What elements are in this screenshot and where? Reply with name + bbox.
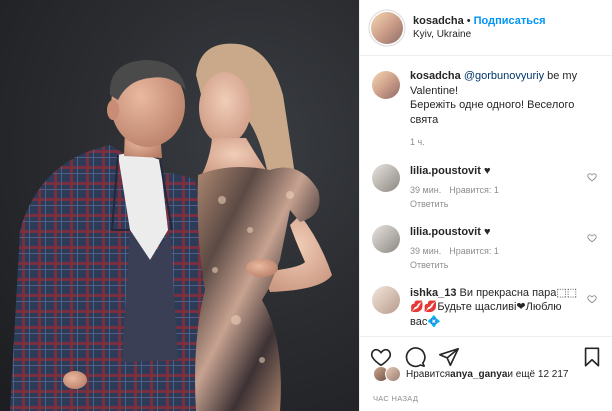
author-avatar[interactable] — [371, 11, 403, 44]
liker-avatar — [385, 366, 401, 382]
comment-like-heart-icon[interactable] — [587, 172, 597, 182]
comment-likes[interactable]: Нравится: 1 — [449, 246, 499, 256]
post-location[interactable]: Kyiv, Ukraine — [413, 28, 546, 42]
share-icon[interactable] — [438, 346, 460, 368]
post-side-panel: kosadcha • Подписаться Kyiv, Ukraine kosad… — [359, 0, 612, 411]
likes-suffix[interactable]: и ещё 12 217 — [507, 369, 568, 380]
comment-likes[interactable]: Нравится: 1 — [449, 185, 499, 195]
caption-mention[interactable]: @gorbunovyuriy — [464, 70, 544, 82]
likes-summary[interactable]: Нравится anya_ganya и ещё 12 217 — [373, 366, 569, 382]
reply-button[interactable]: Ответить — [410, 197, 585, 212]
comment-like-heart-icon[interactable] — [587, 294, 597, 304]
comment-username[interactable]: lilia.poustovit — [410, 226, 481, 238]
comment-avatar[interactable] — [372, 163, 400, 192]
author-username[interactable]: kosadcha — [413, 15, 464, 27]
post-timestamp: ЧАС НАЗАД — [373, 394, 419, 403]
likes-prefix: Нравится — [406, 368, 451, 380]
photo-illustration — [10, 43, 332, 411]
follow-button[interactable]: Подписаться — [474, 15, 546, 27]
comment-icon[interactable] — [404, 346, 426, 368]
heart-icon[interactable] — [370, 346, 392, 368]
caption-username[interactable]: kosadcha — [410, 70, 461, 82]
likes-user[interactable]: anya_ganya — [450, 369, 507, 380]
caption-text-line2: Бережіть одне одного! Веселого свята — [410, 99, 575, 126]
comment-text: ♥ — [483, 225, 491, 238]
comment-time: 39 мин. — [410, 246, 442, 256]
post-photo[interactable] — [0, 0, 359, 411]
comment-username[interactable]: ishka_13 — [410, 287, 456, 299]
separator-dot: • — [466, 14, 471, 27]
comment-time: 39 мин. — [410, 185, 442, 195]
caption-avatar[interactable] — [372, 71, 400, 99]
comment-avatar[interactable] — [372, 285, 400, 314]
caption: kosadcha @gorbunovyuriy be my Valentine!… — [372, 69, 601, 150]
liker-avatars — [373, 366, 401, 382]
comment-item: lilia.poustovit ♥ 39 мин. Нравится: 1 Отв… — [372, 163, 601, 212]
comment-text: ♥ — [483, 164, 491, 177]
post-header: kosadcha • Подписаться Kyiv, Ukraine — [360, 0, 612, 56]
comment-avatar[interactable] — [372, 224, 400, 253]
comment-item: ishka_13 Ви прекрасна пара⬚⬚ 💋💋Будьте ща… — [372, 285, 601, 330]
comment-username[interactable]: lilia.poustovit — [410, 165, 481, 177]
reply-button[interactable]: Ответить — [410, 258, 585, 273]
caption-time: 1 ч. — [410, 137, 425, 147]
bookmark-icon[interactable] — [581, 346, 603, 368]
comment-like-heart-icon[interactable] — [587, 233, 597, 243]
comments-list[interactable]: kosadcha @gorbunovyuriy be my Valentine!… — [360, 57, 612, 335]
comment-item: lilia.poustovit ♥ 39 мин. Нравится: 1 Отв… — [372, 224, 601, 273]
